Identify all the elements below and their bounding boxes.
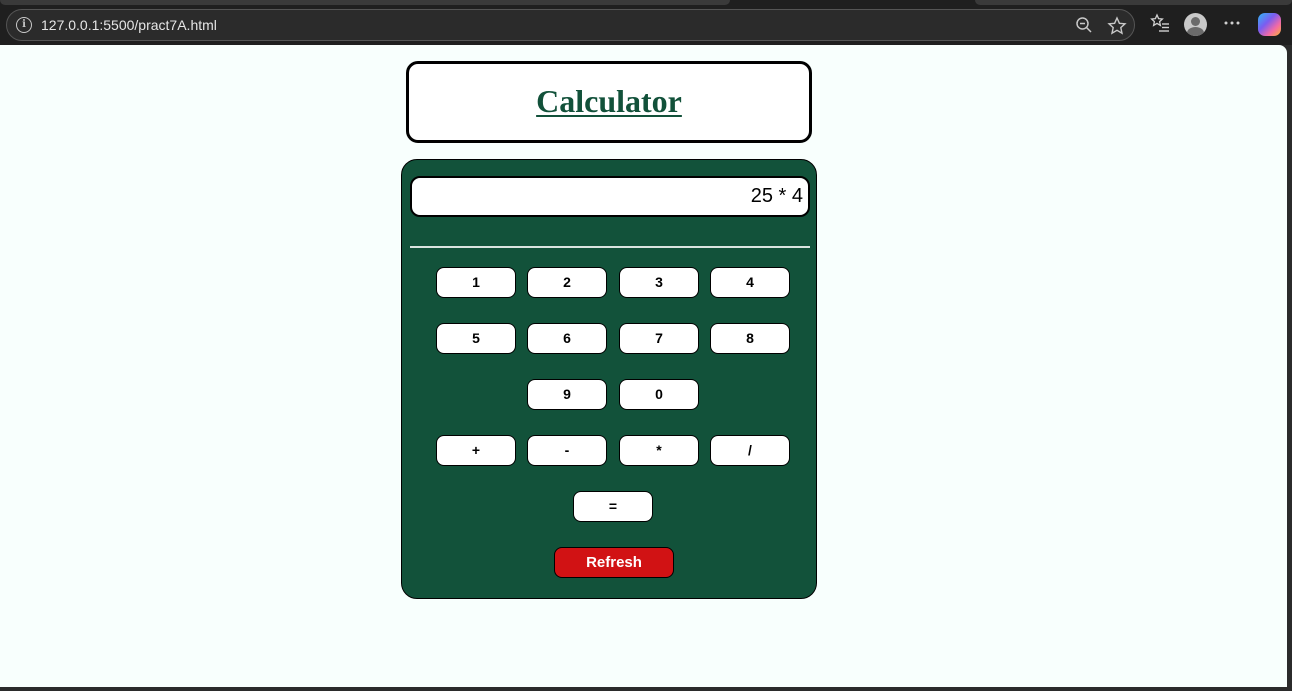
key-5[interactable]: 5 xyxy=(436,323,516,354)
key-3[interactable]: 3 xyxy=(619,267,699,298)
key-multiply[interactable]: * xyxy=(619,435,699,466)
zoom-out-icon[interactable] xyxy=(1074,16,1094,36)
copilot-icon[interactable] xyxy=(1258,13,1281,36)
refresh-button[interactable]: Refresh xyxy=(554,547,674,578)
key-1[interactable]: 1 xyxy=(436,267,516,298)
window-edge xyxy=(0,687,1292,691)
url-text[interactable]: 127.0.0.1:5500/pract7A.html xyxy=(41,17,217,33)
key-minus[interactable]: - xyxy=(527,435,607,466)
tab-strip-edge xyxy=(975,0,1292,5)
title-box: Calculator xyxy=(406,61,812,143)
address-bar[interactable]: i 127.0.0.1:5500/pract7A.html xyxy=(6,9,1135,41)
key-7[interactable]: 7 xyxy=(619,323,699,354)
key-9[interactable]: 9 xyxy=(527,379,607,410)
key-equals[interactable]: = xyxy=(573,491,653,522)
key-2[interactable]: 2 xyxy=(527,267,607,298)
calculator-panel: 25 * 4 1 2 3 4 5 6 7 8 9 0 + - * / = Ref… xyxy=(401,159,817,599)
divider xyxy=(410,246,810,248)
key-4[interactable]: 4 xyxy=(710,267,790,298)
tab-strip-edge xyxy=(0,0,730,5)
favorite-star-icon[interactable] xyxy=(1107,16,1127,36)
profile-avatar-icon[interactable] xyxy=(1184,13,1207,36)
key-6[interactable]: 6 xyxy=(527,323,607,354)
calculator-display[interactable]: 25 * 4 xyxy=(410,176,810,217)
favorites-list-icon[interactable] xyxy=(1149,13,1171,35)
browser-toolbar: i 127.0.0.1:5500/pract7A.html xyxy=(0,0,1292,45)
key-8[interactable]: 8 xyxy=(710,323,790,354)
window-edge xyxy=(1287,45,1292,691)
key-0[interactable]: 0 xyxy=(619,379,699,410)
page-viewport: Calculator 25 * 4 1 2 3 4 5 6 7 8 9 0 + … xyxy=(0,45,1287,687)
key-divide[interactable]: / xyxy=(710,435,790,466)
key-plus[interactable]: + xyxy=(436,435,516,466)
more-menu-icon[interactable] xyxy=(1221,13,1243,35)
info-icon[interactable]: i xyxy=(16,17,32,33)
page-title: Calculator xyxy=(536,83,682,119)
